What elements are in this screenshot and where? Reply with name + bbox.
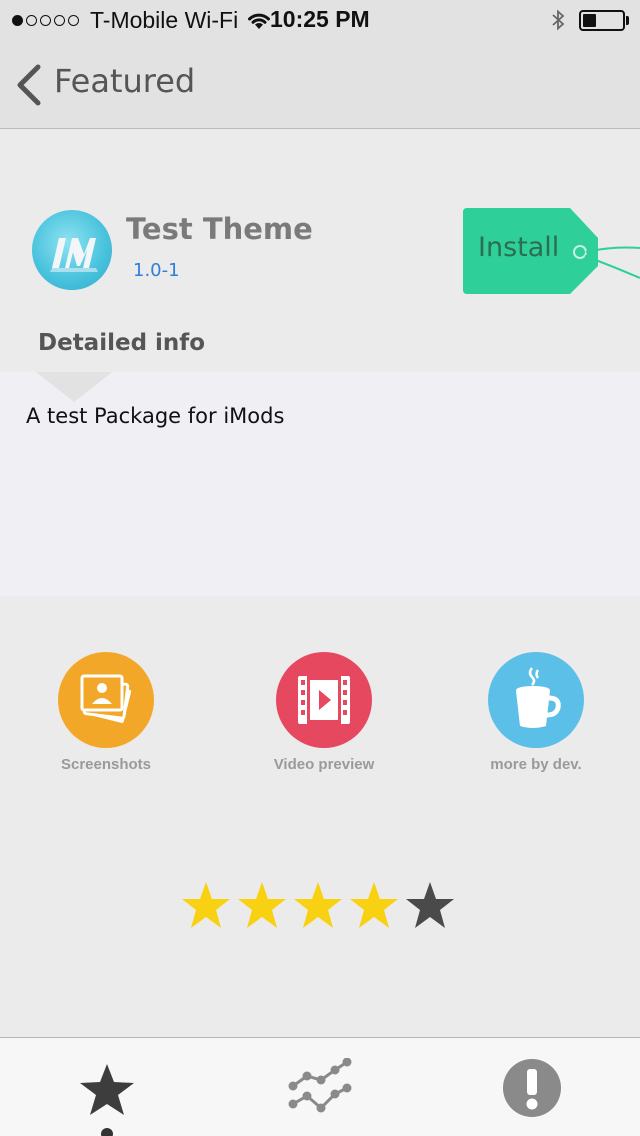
package-description: A test Package for iMods (26, 404, 285, 428)
star-empty-icon (406, 882, 454, 928)
more-by-dev-action[interactable]: more by dev. (436, 652, 636, 773)
video-preview-action[interactable]: Video preview (224, 652, 424, 773)
signal-strength-icon (12, 15, 82, 26)
back-chevron-icon[interactable] (14, 64, 44, 106)
tab-trending[interactable] (213, 1038, 426, 1136)
carrier-name: T-Mobile Wi-Fi (90, 7, 239, 33)
tab-bar (0, 1037, 640, 1136)
back-button[interactable]: Featured (54, 62, 195, 100)
exclamation-icon (503, 1059, 561, 1117)
detail-pointer (36, 372, 112, 402)
star-icon (80, 1064, 134, 1115)
rating-stars (180, 880, 460, 932)
detailed-info-heading: Detailed info (38, 330, 206, 356)
tab-updates[interactable] (426, 1038, 639, 1136)
star-filled-icon (350, 882, 398, 928)
video-preview-label: Video preview (273, 756, 375, 773)
battery-icon (579, 10, 625, 31)
bluetooth-icon (552, 9, 565, 31)
selected-tab-indicator (101, 1128, 113, 1136)
star-filled-icon (294, 882, 342, 928)
screenshots-label: Screenshots (60, 756, 152, 773)
install-button[interactable]: Install (478, 232, 559, 263)
star-filled-icon (238, 882, 286, 928)
wifi-icon (248, 13, 271, 29)
app-icon (32, 210, 112, 290)
more-by-dev-label: more by dev. (490, 756, 582, 773)
tab-featured[interactable] (0, 1038, 213, 1136)
package-version: 1.0-1 (133, 260, 180, 281)
navigation-bar: Featured (0, 40, 640, 129)
coffee-cup-icon[interactable] (488, 652, 584, 748)
film-icon[interactable] (276, 652, 372, 748)
star-filled-icon (182, 882, 230, 928)
screenshots-action[interactable]: Screenshots (6, 652, 206, 773)
photos-icon[interactable] (58, 652, 154, 748)
status-bar: T-Mobile Wi-Fi 10:25 PM (0, 0, 640, 40)
status-time: 10:25 PM (270, 6, 370, 32)
package-name: Test Theme (126, 212, 313, 246)
trending-icon (288, 1058, 352, 1113)
